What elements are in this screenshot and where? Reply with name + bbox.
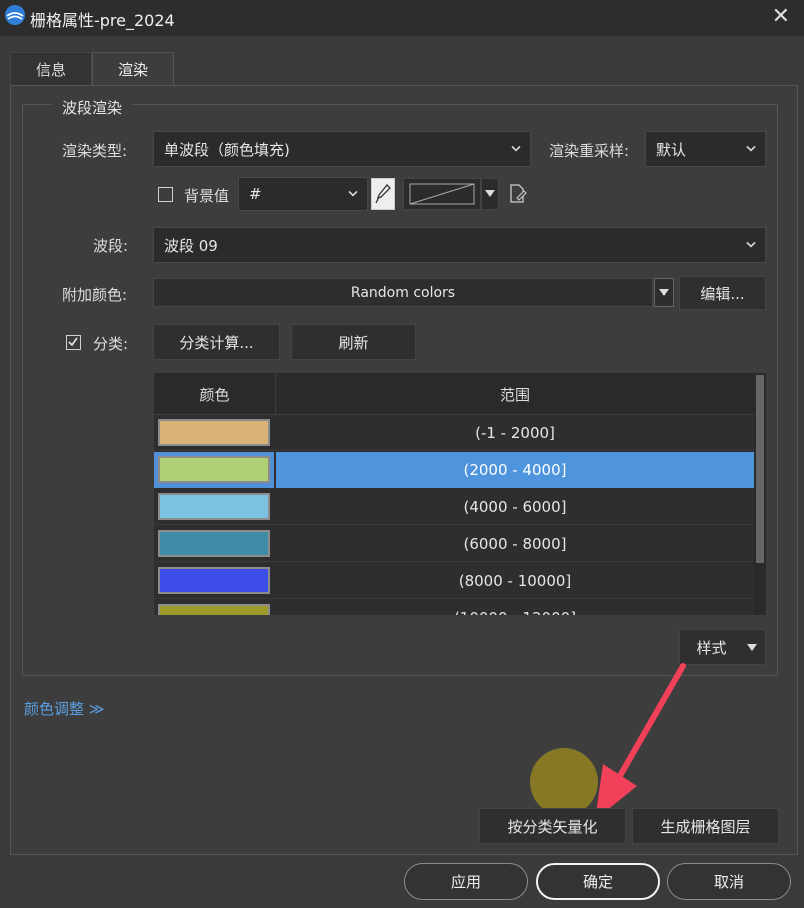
scrollbar-thumb[interactable] xyxy=(756,375,764,563)
triangle-down-icon xyxy=(747,644,757,651)
range-cell[interactable]: (10000 - 12000] xyxy=(276,600,754,615)
check-icon xyxy=(68,337,78,347)
chevron-down-icon xyxy=(746,145,756,152)
color-swatch[interactable] xyxy=(158,456,270,483)
table-scrollbar[interactable] xyxy=(754,373,766,615)
vectorize-button[interactable]: 按分类矢量化 xyxy=(479,808,626,844)
range-cell[interactable]: (4000 - 6000] xyxy=(276,489,754,525)
render-type-value: 单波段（颜色填充) xyxy=(164,140,290,159)
class-table: 颜色 范围 (-1 - 2000] (2000 - 4000] (4000 - 60… xyxy=(154,373,766,615)
eyedropper-icon xyxy=(375,184,391,204)
resample-dropdown[interactable]: 默认 xyxy=(645,131,766,167)
table-row[interactable]: (2000 - 4000] xyxy=(154,452,754,488)
classify-label: 分类: xyxy=(93,335,129,353)
table-row[interactable]: (-1 - 2000] xyxy=(154,415,754,451)
refresh-button[interactable]: 刷新 xyxy=(291,324,416,360)
group-title: 波段渲染 xyxy=(52,97,133,118)
range-cell[interactable]: (-1 - 2000] xyxy=(276,415,754,451)
extra-color-label: 附加颜色: xyxy=(62,286,128,304)
resample-value: 默认 xyxy=(656,140,687,159)
table-row[interactable]: (6000 - 8000] xyxy=(154,526,754,562)
triangle-down-icon xyxy=(485,190,495,197)
style-button-label: 样式 xyxy=(696,638,727,657)
edit-button[interactable]: 编辑... xyxy=(679,276,766,310)
column-header-range[interactable]: 范围 xyxy=(276,373,754,415)
background-value-dropdown[interactable]: # xyxy=(238,177,368,211)
range-cell[interactable]: (2000 - 4000] xyxy=(276,452,754,488)
chevron-down-icon xyxy=(348,190,358,197)
table-row[interactable]: (4000 - 6000] xyxy=(154,489,754,525)
table-row[interactable]: (10000 - 12000] xyxy=(154,600,754,615)
eyedropper-button[interactable] xyxy=(371,178,395,210)
table-header: 颜色 范围 xyxy=(154,373,754,415)
extra-color-dropdown[interactable]: Random colors xyxy=(153,278,653,307)
extra-color-arrow-button[interactable] xyxy=(654,278,674,307)
edit-file-icon[interactable] xyxy=(509,184,527,204)
range-cell[interactable]: (8000 - 10000] xyxy=(276,563,754,599)
triangle-down-icon xyxy=(659,288,669,296)
color-swatch[interactable] xyxy=(158,493,270,520)
annotation-arrow-icon xyxy=(595,663,686,820)
band-dropdown[interactable]: 波段 09 xyxy=(153,227,766,263)
chevron-down-icon xyxy=(746,241,756,248)
generate-raster-button[interactable]: 生成栅格图层 xyxy=(632,808,779,844)
apply-button[interactable]: 应用 xyxy=(404,863,528,900)
background-value: # xyxy=(249,185,262,203)
ok-button[interactable]: 确定 xyxy=(536,863,660,900)
color-swatch-button[interactable] xyxy=(403,178,481,210)
background-checkbox[interactable] xyxy=(158,187,173,202)
cancel-button[interactable]: 取消 xyxy=(667,863,791,900)
title-bar: 栅格属性-pre_2024 ✕ xyxy=(0,0,804,36)
render-type-dropdown[interactable]: 单波段（颜色填充) xyxy=(153,131,531,167)
color-swatch[interactable] xyxy=(158,604,270,615)
no-color-swatch-icon xyxy=(409,183,475,205)
chevron-down-icon xyxy=(511,145,521,152)
color-swatch[interactable] xyxy=(158,530,270,557)
app-logo-icon xyxy=(5,5,25,25)
table-row[interactable]: (8000 - 10000] xyxy=(154,563,754,599)
extra-color-value: Random colors xyxy=(350,284,456,301)
background-label: 背景值 xyxy=(184,187,230,205)
classify-calc-button[interactable]: 分类计算... xyxy=(153,324,280,360)
render-type-label: 渲染类型: xyxy=(62,142,128,160)
color-swatch[interactable] xyxy=(158,567,270,594)
column-header-color[interactable]: 颜色 xyxy=(154,373,276,415)
band-value: 波段 09 xyxy=(164,236,218,255)
range-cell[interactable]: (6000 - 8000] xyxy=(276,526,754,562)
color-swatch[interactable] xyxy=(158,419,270,446)
color-dropdown-button[interactable] xyxy=(481,178,499,210)
resample-label: 渲染重采样: xyxy=(549,142,630,160)
window-title: 栅格属性-pre_2024 xyxy=(30,11,175,30)
color-adjust-link[interactable]: 颜色调整 ≫ xyxy=(24,698,104,719)
close-icon[interactable]: ✕ xyxy=(772,4,790,29)
tab-render[interactable]: 渲染 xyxy=(92,52,174,86)
tab-info[interactable]: 信息 xyxy=(10,52,92,86)
band-label: 波段: xyxy=(93,237,129,255)
classify-checkbox[interactable] xyxy=(66,335,81,350)
